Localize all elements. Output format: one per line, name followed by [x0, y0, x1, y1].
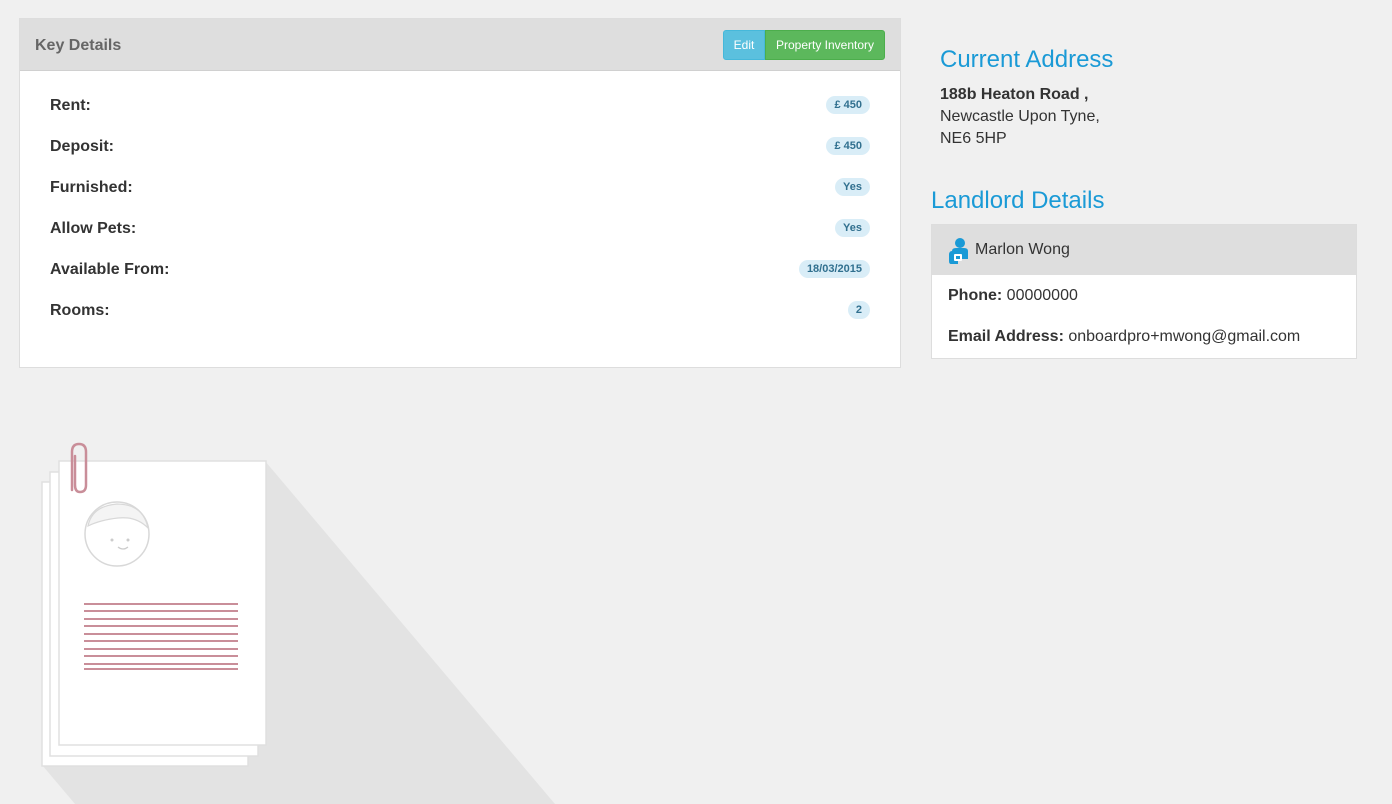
email-label: Email Address: [948, 328, 1064, 345]
detail-row-deposit: Deposit: £ 450 [50, 136, 870, 177]
document-stack-illustration [0, 430, 600, 804]
address-street: 188b Heaton Road , [940, 86, 1089, 103]
landlord-name: Marlon Wong [975, 241, 1070, 258]
landlord-details-title: Landlord Details [931, 187, 1105, 214]
detail-value-badge: Yes [835, 178, 870, 196]
address-city: Newcastle Upon Tyne, [940, 108, 1100, 125]
phone-value: 00000000 [1006, 287, 1078, 304]
detail-row-available-from: Available From: 18/03/2015 [50, 259, 870, 300]
email-value: onboardpro+mwong@gmail.com [1068, 328, 1301, 345]
key-details-list: Rent: £ 450 Deposit: £ 450 Furnished: Ye… [50, 95, 870, 341]
detail-label: Allow Pets: [50, 220, 137, 237]
landlord-phone-row: Phone: 00000000 [948, 287, 1078, 305]
landlord-email-row: Email Address: onboardpro+mwong@gmail.co… [948, 328, 1300, 346]
detail-row-rent: Rent: £ 450 [50, 95, 870, 136]
detail-value-badge: 2 [847, 301, 870, 319]
address-postcode: NE6 5HP [940, 130, 1007, 147]
detail-label: Furnished: [50, 179, 133, 196]
edit-button[interactable]: Edit [723, 30, 765, 60]
key-details-panel: Key Details Edit Property Inventory Rent… [19, 18, 901, 368]
property-inventory-button[interactable]: Property Inventory [765, 30, 885, 60]
detail-value-badge: 18/03/2015 [798, 260, 870, 278]
detail-label: Deposit: [50, 138, 114, 155]
landlord-panel: Marlon Wong Phone: 00000000 Email Addres… [931, 224, 1357, 359]
current-address-block: 188b Heaton Road , Newcastle Upon Tyne, … [940, 84, 1100, 150]
detail-value-badge: Yes [835, 219, 870, 237]
detail-value-badge: £ 450 [826, 137, 870, 155]
landlord-heading: Marlon Wong [932, 225, 1356, 275]
action-button-group: Edit Property Inventory [723, 30, 885, 60]
current-address-title: Current Address [940, 46, 1114, 73]
detail-row-furnished: Furnished: Yes [50, 177, 870, 218]
person-icon [948, 237, 970, 270]
detail-label: Rent: [50, 97, 91, 114]
page: Key Details Edit Property Inventory Rent… [0, 0, 1392, 804]
detail-value-badge: £ 450 [826, 96, 870, 114]
detail-label: Available From: [50, 261, 170, 278]
key-details-title: Key Details [35, 37, 122, 54]
detail-label: Rooms: [50, 302, 110, 319]
detail-row-allow-pets: Allow Pets: Yes [50, 218, 870, 259]
phone-label: Phone: [948, 287, 1003, 304]
detail-row-rooms: Rooms: 2 [50, 300, 870, 341]
key-details-heading: Key Details Edit Property Inventory [20, 19, 900, 71]
